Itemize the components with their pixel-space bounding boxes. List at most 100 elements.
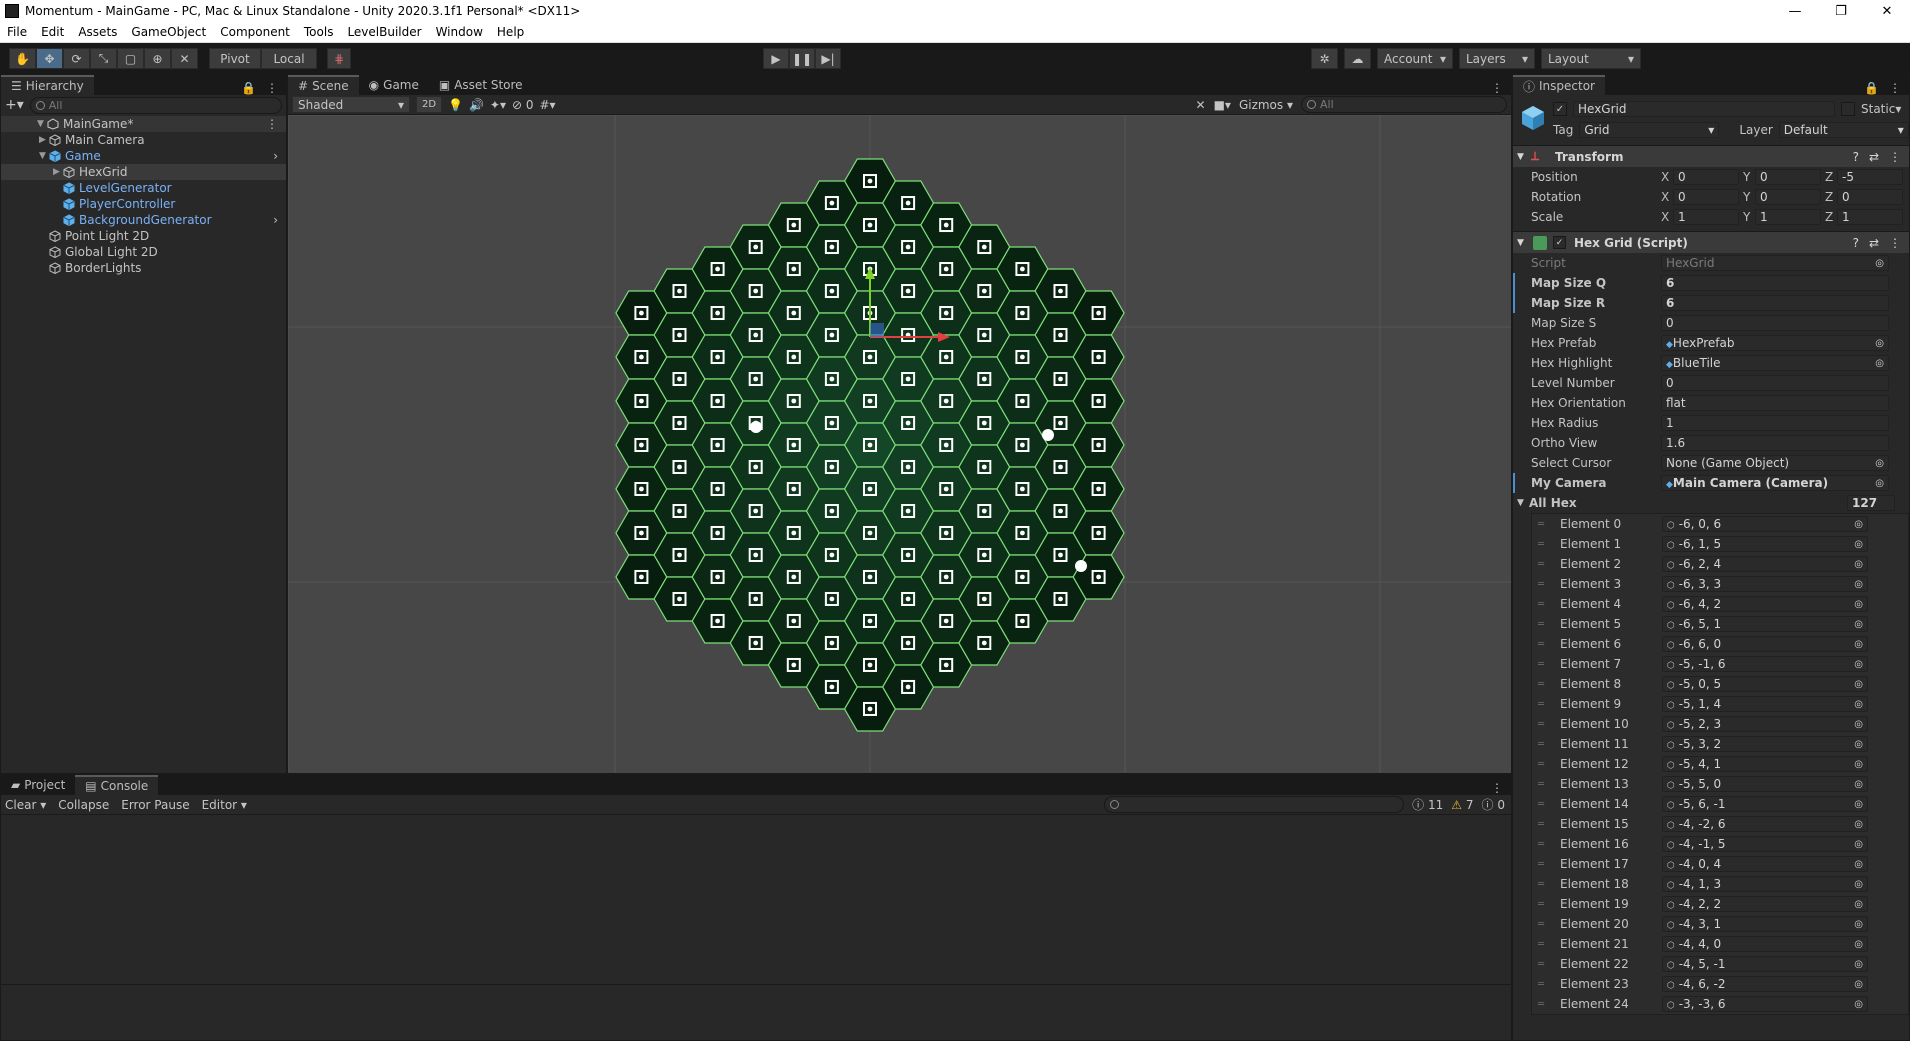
object-picker-icon[interactable]: ◎ xyxy=(1875,338,1884,349)
collab-button[interactable]: ☁ xyxy=(1344,48,1371,69)
more-options-icon[interactable]: ⋮ xyxy=(1889,150,1901,164)
element-object-field[interactable]: ⬡ -5, 6, -1 ◎ xyxy=(1662,796,1868,812)
2d-toggle[interactable]: 2D xyxy=(416,96,442,113)
chevron-right-icon[interactable]: ▶ xyxy=(53,167,63,177)
element-object-field[interactable]: ⬡ -4, 6, -2 ◎ xyxy=(1662,976,1868,992)
rotate-tool-button[interactable]: ⟳ xyxy=(63,48,90,69)
help-icon[interactable]: ? xyxy=(1853,236,1859,250)
layer-dropdown[interactable]: Default ▾ xyxy=(1778,122,1909,138)
object-picker-icon[interactable]: ◎ xyxy=(1875,478,1884,489)
drag-handle-icon[interactable]: ═ xyxy=(1532,839,1550,850)
light-gizmo-icon[interactable] xyxy=(1075,560,1087,572)
drag-handle-icon[interactable]: ═ xyxy=(1532,819,1550,830)
script-field-input[interactable]: 6 xyxy=(1661,295,1889,311)
tab-project[interactable]: ▰ Project xyxy=(1,775,75,795)
element-object-field[interactable]: ⬡ -3, -3, 6 ◎ xyxy=(1662,996,1868,1012)
account-dropdown[interactable]: Account ▾ xyxy=(1377,48,1453,69)
more-options-icon[interactable]: ⋮ xyxy=(1491,781,1511,795)
transform-z-field[interactable]: 0 xyxy=(1837,189,1903,205)
object-picker-icon[interactable]: ◎ xyxy=(1854,999,1863,1010)
grid-snap-button[interactable]: ⋕ xyxy=(327,48,351,69)
hierarchy-item[interactable]: ▼ MainGame* ⋮ xyxy=(1,116,286,132)
hierarchy-item[interactable]: ▶ Main Camera xyxy=(1,132,286,148)
hidden-objects-toggle[interactable]: ⊘ 0 xyxy=(512,98,534,112)
drag-handle-icon[interactable]: ═ xyxy=(1532,539,1550,550)
hierarchy-item[interactable]: LevelGenerator xyxy=(1,180,286,196)
more-options-icon[interactable]: ⋮ xyxy=(1889,236,1901,250)
tab-scene[interactable]: # Scene xyxy=(288,75,359,95)
object-picker-icon[interactable]: ◎ xyxy=(1854,979,1863,990)
transform-y-field[interactable]: 0 xyxy=(1755,189,1821,205)
scene-viewport[interactable] xyxy=(288,115,1511,773)
hierarchy-item[interactable]: ▶ HexGrid xyxy=(1,164,286,180)
static-dropdown[interactable]: Static▾ xyxy=(1861,102,1901,116)
script-field-input[interactable]: None (Game Object) ◎ xyxy=(1661,455,1889,471)
custom-tool-button[interactable]: ✕ xyxy=(171,48,198,69)
element-object-field[interactable]: ⬡ -6, 5, 1 ◎ xyxy=(1662,616,1868,632)
object-name-field[interactable]: HexGrid xyxy=(1573,101,1835,117)
effects-icon[interactable]: ✦▾ xyxy=(490,98,506,112)
object-picker-icon[interactable]: ◎ xyxy=(1854,599,1863,610)
all-hex-size-field[interactable]: 127 xyxy=(1847,495,1895,511)
transform-x-field[interactable]: 1 xyxy=(1673,209,1739,225)
script-field-input[interactable]: ◆HexPrefab ◎ xyxy=(1661,335,1889,351)
element-object-field[interactable]: ⬡ -5, 0, 5 ◎ xyxy=(1662,676,1868,692)
lock-icon[interactable]: 🔒 xyxy=(241,81,256,95)
presets-icon[interactable]: ⇄ xyxy=(1869,236,1879,250)
transform-z-field[interactable]: 1 xyxy=(1837,209,1903,225)
menu-help[interactable]: Help xyxy=(490,25,531,39)
step-button[interactable]: ▶| xyxy=(815,48,841,69)
all-hex-foldout[interactable]: ▼ All Hex 127 xyxy=(1513,493,1909,513)
active-checkbox[interactable]: ✓ xyxy=(1553,102,1567,116)
drag-handle-icon[interactable]: ═ xyxy=(1532,899,1550,910)
more-options-icon[interactable]: ⋮ xyxy=(1889,81,1901,95)
chevron-right-icon[interactable]: ▶ xyxy=(39,135,49,145)
hierarchy-item[interactable]: BackgroundGenerator › xyxy=(1,212,286,228)
drag-handle-icon[interactable]: ═ xyxy=(1532,919,1550,930)
grid-icon[interactable]: #▾ xyxy=(540,98,556,112)
object-picker-icon[interactable]: ◎ xyxy=(1875,358,1884,369)
script-field-input[interactable]: ◆BlueTile ◎ xyxy=(1661,355,1889,371)
drag-handle-icon[interactable]: ═ xyxy=(1532,779,1550,790)
tab-asset-store[interactable]: ▣ Asset Store xyxy=(429,75,533,95)
drag-handle-icon[interactable]: ═ xyxy=(1532,619,1550,630)
menu-window[interactable]: Window xyxy=(429,25,490,39)
error-filter-toggle[interactable]: ⓘ 0 xyxy=(1482,796,1505,813)
element-object-field[interactable]: ⬡ -6, 4, 2 ◎ xyxy=(1662,596,1868,612)
chevron-down-icon[interactable]: ▼ xyxy=(39,151,49,161)
element-object-field[interactable]: ⬡ -4, 0, 4 ◎ xyxy=(1662,856,1868,872)
hierarchy-item[interactable]: Point Light 2D xyxy=(1,228,286,244)
hierarchy-item[interactable]: PlayerController xyxy=(1,196,286,212)
drag-handle-icon[interactable]: ═ xyxy=(1532,879,1550,890)
scene-search-input[interactable]: All xyxy=(1301,96,1507,113)
move-tool-button[interactable]: ✥ xyxy=(36,48,63,69)
scale-tool-button[interactable]: ⤡ xyxy=(90,48,117,69)
chevron-right-icon[interactable]: › xyxy=(273,213,286,227)
menu-file[interactable]: File xyxy=(0,25,34,39)
object-picker-icon[interactable]: ◎ xyxy=(1854,719,1863,730)
close-button[interactable]: ✕ xyxy=(1864,4,1910,19)
drag-handle-icon[interactable]: ═ xyxy=(1532,959,1550,970)
tab-inspector[interactable]: ⓘ Inspector xyxy=(1513,75,1605,95)
drag-handle-icon[interactable]: ═ xyxy=(1532,699,1550,710)
object-picker-icon[interactable]: ◎ xyxy=(1854,579,1863,590)
shading-dropdown[interactable]: Shaded ▾ xyxy=(292,96,410,113)
object-picker-icon[interactable]: ◎ xyxy=(1854,839,1863,850)
element-object-field[interactable]: ⬡ -6, 3, 3 ◎ xyxy=(1662,576,1868,592)
chevron-right-icon[interactable]: › xyxy=(273,149,286,163)
drag-handle-icon[interactable]: ═ xyxy=(1532,639,1550,650)
drag-handle-icon[interactable]: ═ xyxy=(1532,719,1550,730)
menu-gameobject[interactable]: GameObject xyxy=(124,25,213,39)
object-picker-icon[interactable]: ◎ xyxy=(1854,539,1863,550)
drag-handle-icon[interactable]: ═ xyxy=(1532,559,1550,570)
object-picker-icon[interactable]: ◎ xyxy=(1854,859,1863,870)
script-field-input[interactable]: 0 xyxy=(1661,375,1889,391)
script-field-input[interactable]: 0 xyxy=(1661,315,1889,331)
object-picker-icon[interactable]: ◎ xyxy=(1854,759,1863,770)
play-button[interactable]: ▶ xyxy=(763,48,789,69)
static-checkbox[interactable] xyxy=(1841,102,1855,116)
element-object-field[interactable]: ⬡ -5, 1, 4 ◎ xyxy=(1662,696,1868,712)
element-object-field[interactable]: ⬡ -6, 6, 0 ◎ xyxy=(1662,636,1868,652)
element-object-field[interactable]: ⬡ -5, -1, 6 ◎ xyxy=(1662,656,1868,672)
drag-handle-icon[interactable]: ═ xyxy=(1532,759,1550,770)
